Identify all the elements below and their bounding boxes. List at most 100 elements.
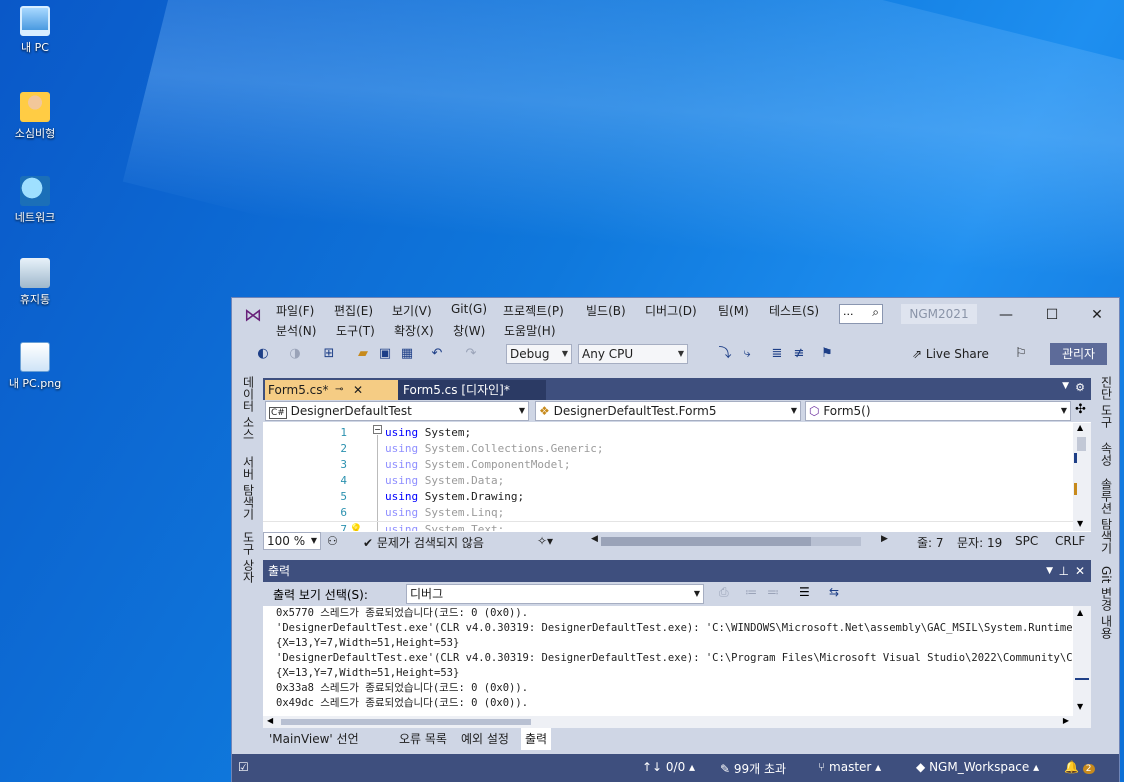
rail-tab-data-sources[interactable]: 데이터 소스 [240, 376, 257, 440]
zoom-select[interactable]: 100 % ▼ [263, 532, 321, 550]
clear-all-icon[interactable]: ☰ [799, 585, 810, 599]
rail-tab-diagnostic-tools[interactable]: 진단 도구 [1098, 376, 1115, 428]
save-all-icon[interactable]: ▦ [398, 345, 416, 363]
open-file-icon[interactable]: ▰ [354, 345, 372, 363]
scroll-thumb[interactable] [281, 719, 531, 725]
maximize-icon[interactable]: ☐ [1041, 304, 1063, 326]
menu-test[interactable]: 테스트(S) [769, 302, 819, 319]
minimize-icon[interactable]: — [995, 304, 1017, 326]
menu-help[interactable]: 도움말(H) [504, 322, 556, 339]
desktop-icon-png[interactable]: 내 PC.png [6, 342, 64, 391]
window-position-icon[interactable]: ▼ [1046, 560, 1053, 582]
tab-mainview-declaration[interactable]: 'MainView' 선언 [265, 728, 363, 750]
branch-indicator[interactable]: ⑂ master ▴ [818, 760, 881, 774]
scroll-right-icon[interactable]: ▶ [881, 534, 888, 544]
type-dropdown[interactable]: ❖ DesignerDefaultTest.Form5 ▼ [535, 401, 801, 421]
go-next-icon[interactable]: ≕ [767, 585, 779, 599]
scroll-thumb[interactable] [1077, 437, 1086, 451]
tab-form5-cs[interactable]: Form5.cs* ⊸ ✕ [265, 380, 398, 400]
rail-tab-toolbox[interactable]: 도구 상자 [240, 531, 257, 583]
pending-changes-indicator[interactable]: ✎ 99개 초과 [720, 760, 786, 777]
live-share-button[interactable]: ⇗ Live Share [912, 347, 989, 361]
menu-file[interactable]: 파일(F) [276, 302, 314, 319]
menu-project[interactable]: 프로젝트(P) [503, 302, 564, 319]
issues-indicator[interactable]: ✔ 문제가 검색되지 않음 [363, 534, 484, 551]
desktop-icon-my-pc[interactable]: 내 PC [6, 6, 64, 55]
scroll-left-icon[interactable]: ◀ [267, 716, 273, 725]
menu-window[interactable]: 창(W) [453, 322, 485, 339]
rail-tab-properties[interactable]: 속성 [1098, 442, 1115, 466]
search-input[interactable]: ... ⌕ [839, 304, 883, 324]
member-dropdown[interactable]: ⬡ Form5() ▼ [805, 401, 1071, 421]
redo-icon[interactable]: ↷ [462, 345, 480, 363]
scroll-thumb[interactable] [601, 537, 811, 546]
menu-analyze[interactable]: 분석(N) [276, 322, 316, 339]
tab-output[interactable]: 출력 [521, 728, 552, 750]
editor-vertical-scrollbar[interactable]: ▲ ▼ [1073, 423, 1091, 531]
settings-gear-icon[interactable]: ⚙ [1075, 381, 1085, 394]
bookmark-icon[interactable]: ⚑ [820, 345, 834, 363]
menu-edit[interactable]: 편집(E) [334, 302, 373, 319]
rail-tab-solution-explorer[interactable]: 솔루션 탐색기 [1098, 478, 1115, 554]
code-cleanup-icon[interactable]: ✧▾ [537, 534, 553, 548]
comment-lines-icon[interactable]: ≣ [768, 345, 786, 363]
menu-build[interactable]: 빌드(B) [586, 302, 626, 319]
notifications-indicator[interactable]: 🔔 2 [1064, 760, 1095, 774]
navigate-forward-icon[interactable]: ◑ [288, 345, 302, 363]
output-vertical-scrollbar[interactable]: ▲ ▼ [1073, 606, 1091, 716]
navigate-back-icon[interactable]: ◐ [254, 345, 272, 363]
pin-icon[interactable]: ⊸ [335, 380, 343, 400]
scroll-thumb[interactable] [1075, 678, 1089, 680]
scroll-down-icon[interactable]: ▼ [1077, 702, 1083, 711]
undo-icon[interactable]: ↶ [428, 345, 446, 363]
tab-form5-designer[interactable]: Form5.cs [디자인]* [398, 380, 546, 400]
tab-overflow-icon[interactable]: ▼ [1062, 381, 1069, 391]
new-project-icon[interactable]: ⊞ [320, 345, 338, 363]
output-horizontal-scrollbar[interactable]: ◀ ▶ [263, 716, 1091, 728]
go-previous-icon[interactable]: ≔ [745, 585, 757, 599]
column-indicator[interactable]: 문자: 19 [957, 534, 1002, 551]
code-text-area[interactable]: − 1 using System; 2 using System.Collect… [263, 423, 1091, 531]
close-icon[interactable]: ✕ [1086, 304, 1108, 326]
tab-exception-settings[interactable]: 예외 설정 [457, 728, 513, 750]
feedback-icon[interactable]: ⚐ [1012, 345, 1030, 363]
output-source-select[interactable]: 디버그 ▼ [406, 584, 704, 604]
word-wrap-icon[interactable]: ⇆ [829, 585, 839, 599]
step-over-icon[interactable]: ⤷ [738, 345, 756, 363]
desktop-icon-recycle-bin[interactable]: 휴지통 [6, 258, 64, 307]
menu-tools[interactable]: 도구(T) [336, 322, 375, 339]
scroll-up-icon[interactable]: ▲ [1077, 608, 1083, 617]
close-icon[interactable]: ✕ [1075, 560, 1085, 582]
editor-horizontal-scrollbar[interactable] [601, 537, 861, 546]
repository-indicator[interactable]: ◆ NGM_Workspace ▴ [916, 760, 1039, 774]
project-dropdown[interactable]: C# DesignerDefaultTest ▼ [265, 401, 529, 421]
step-into-icon[interactable]: ⤵ [716, 345, 734, 363]
desktop-icon-network[interactable]: 네트워크 [6, 176, 64, 225]
scroll-left-icon[interactable]: ◀ [591, 534, 598, 544]
intellicode-icon[interactable]: ⚇ [327, 534, 338, 548]
split-editor-icon[interactable]: ✣ [1075, 402, 1086, 417]
line-indicator[interactable]: 줄: 7 [917, 534, 944, 551]
platform-select[interactable]: Any CPU ▼ [578, 344, 688, 364]
rail-tab-git-changes[interactable]: Git 변경 내용 [1098, 566, 1115, 639]
rail-tab-server-explorer[interactable]: 서버 탐색기 [240, 456, 257, 520]
menu-view[interactable]: 보기(V) [392, 302, 432, 319]
menu-team[interactable]: 팀(M) [718, 302, 749, 319]
solution-config-select[interactable]: Debug ▼ [506, 344, 572, 364]
scroll-down-icon[interactable]: ▼ [1077, 519, 1083, 528]
scroll-up-icon[interactable]: ▲ [1077, 423, 1083, 432]
menu-git[interactable]: Git(G) [451, 302, 487, 316]
line-ending-indicator[interactable]: CRLF [1055, 534, 1085, 548]
tab-error-list[interactable]: 오류 목록 [395, 728, 451, 750]
desktop-icon-user[interactable]: 소심비형 [6, 92, 64, 141]
menu-debug[interactable]: 디버그(D) [645, 302, 697, 319]
lightbulb-icon[interactable]: 💡 [349, 522, 363, 531]
close-tab-icon[interactable]: ✕ [353, 380, 363, 400]
uncomment-lines-icon[interactable]: ≢ [790, 345, 808, 363]
git-sync-indicator[interactable]: ↑↓ 0/0 ▴ [642, 760, 695, 774]
scroll-right-icon[interactable]: ▶ [1063, 716, 1069, 725]
menu-extensions[interactable]: 확장(X) [394, 322, 434, 339]
output-text[interactable]: 0x5770 스레드가 종료되었습니다(코드: 0 (0x0)). 'Desig… [263, 606, 1073, 716]
admin-button[interactable]: 관리자 [1050, 343, 1107, 365]
pin-icon[interactable]: ⊥ [1059, 560, 1069, 582]
